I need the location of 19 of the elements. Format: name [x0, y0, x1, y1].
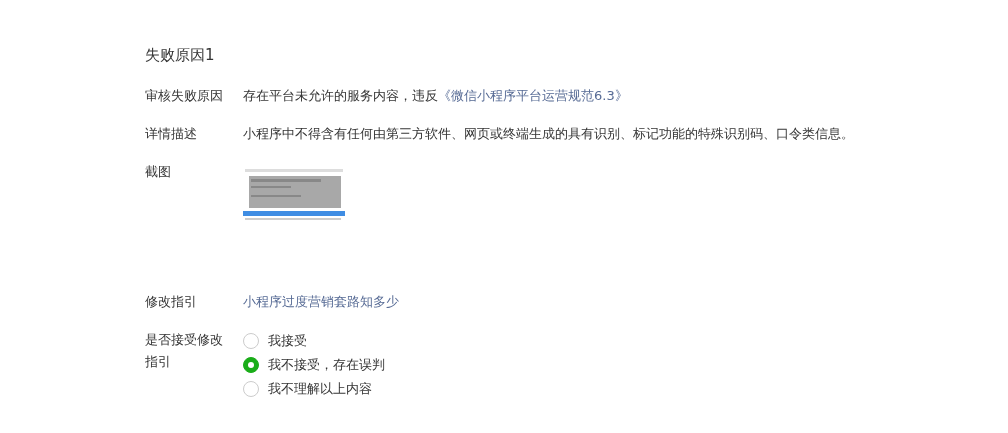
radio-button[interactable]	[243, 332, 259, 349]
field-label: 详情描述	[145, 124, 198, 143]
option-label: 我接受	[268, 331, 307, 350]
field-label: 截图	[145, 162, 172, 181]
field-label: 修改指引	[145, 292, 198, 311]
radio-button[interactable]	[243, 356, 259, 373]
radio-button[interactable]	[243, 380, 259, 397]
option-label: 我不理解以上内容	[268, 379, 372, 398]
option-label: 我不接受，存在误判	[268, 355, 385, 374]
reason-text: 存在平台未允许的服务内容，违反《微信小程序平台运营规范6.3》	[243, 87, 628, 103]
guide-link[interactable]: 小程序过度营销套路知多少	[243, 293, 399, 309]
field-label: 是否接受修改指引	[145, 330, 224, 371]
radio-option[interactable]: 我不理解以上内容	[243, 376, 880, 401]
detail-text: 小程序中不得含有任何由第三方软件、网页或终端生成的具有识别、标记功能的特殊识别码、口令类信息。	[243, 125, 854, 141]
rule-link[interactable]: 《微信小程序平台运营规范6.3》	[438, 87, 628, 103]
section-title: 失败原因1	[145, 45, 215, 66]
radio-option[interactable]: 我接受	[243, 328, 880, 353]
field-label: 审核失败原因	[145, 86, 224, 105]
radio-option[interactable]: 我不接受，存在误判	[243, 352, 880, 377]
